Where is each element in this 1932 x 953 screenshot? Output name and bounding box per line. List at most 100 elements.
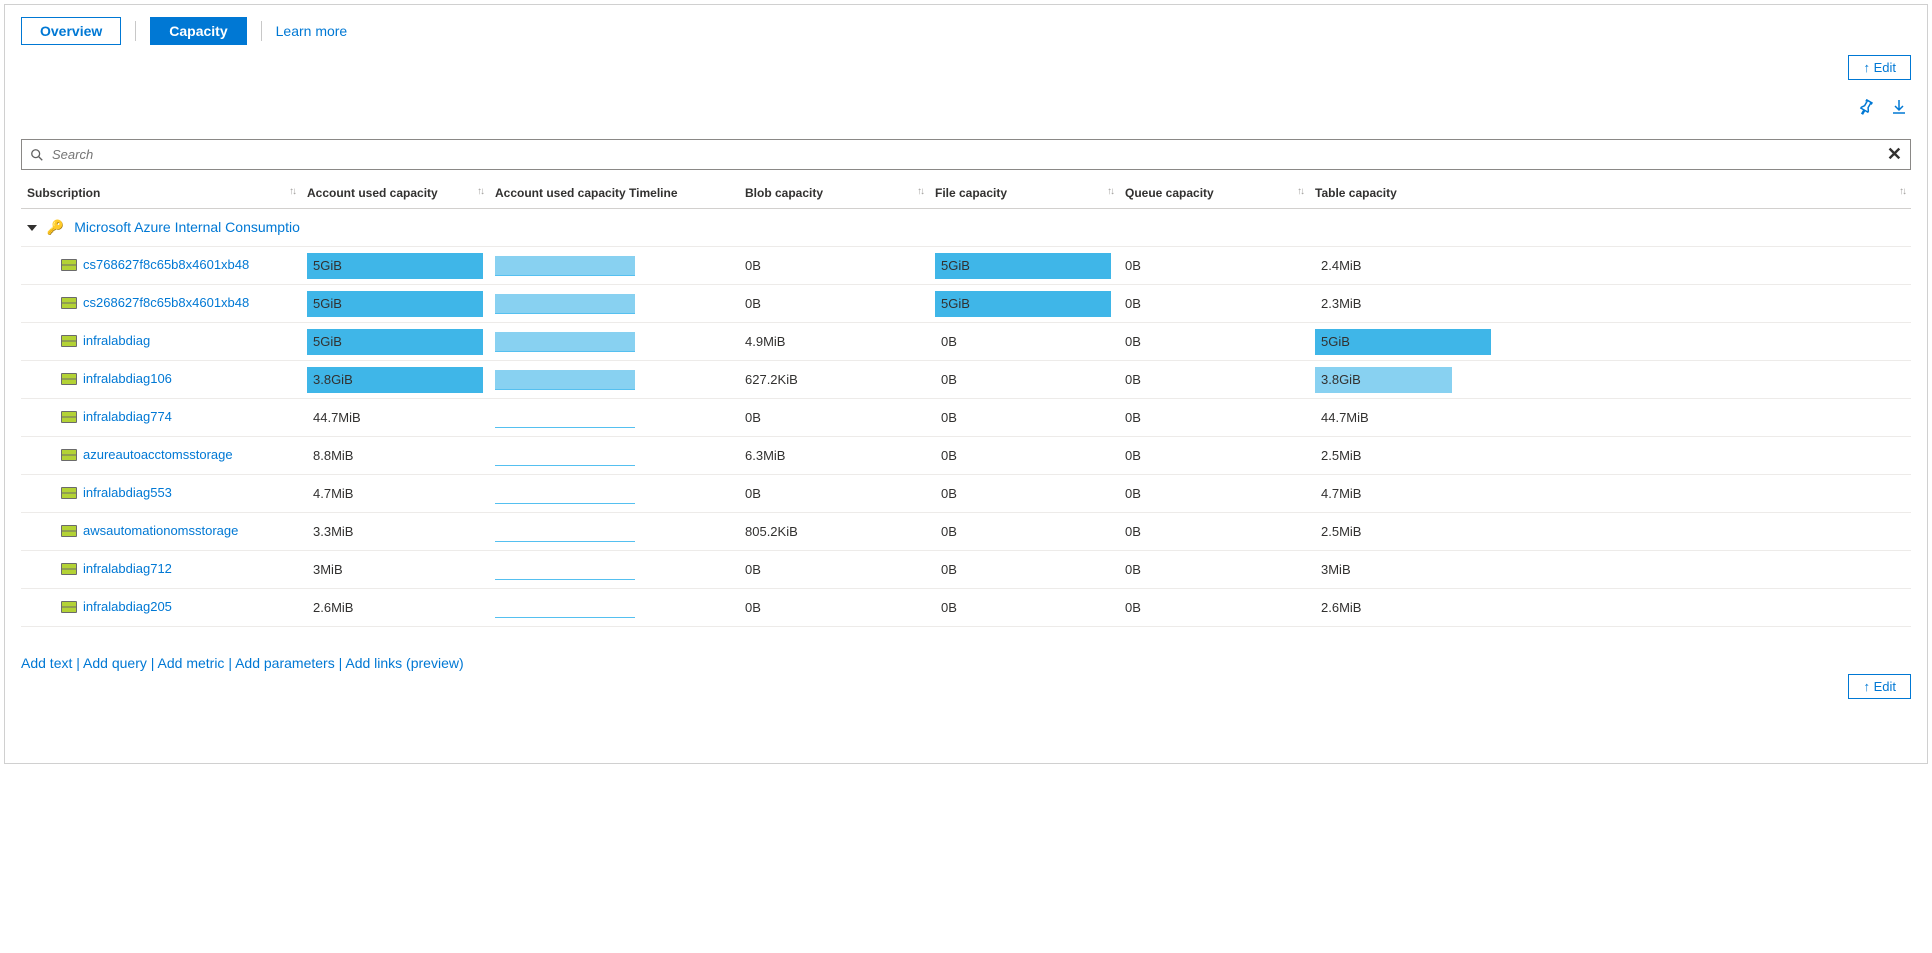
storage-account-link[interactable]: infralabdiag [27, 333, 150, 348]
storage-icon [61, 487, 77, 499]
bar-cell: 5GiB [935, 291, 1111, 317]
col-table[interactable]: Table capacity↑↓ [1309, 178, 1911, 209]
capacity-tab[interactable]: Capacity [150, 17, 246, 45]
bar-value: 0B [935, 329, 1111, 355]
storage-account-link[interactable]: infralabdiag106 [27, 371, 172, 386]
bar-cell: 2.5MiB [1315, 443, 1491, 469]
account-name: awsautomationomsstorage [83, 523, 238, 538]
bar-value: 3.8GiB [307, 367, 483, 393]
bar-cell: 5GiB [935, 253, 1111, 279]
storage-icon [61, 525, 77, 537]
bar-value: 0B [935, 367, 1111, 393]
bar-cell: 3MiB [1315, 557, 1491, 583]
edit-button[interactable]: ↑ Edit [1848, 674, 1911, 699]
bar-value: 0B [935, 481, 1111, 507]
nav-row: Overview Capacity Learn more [21, 17, 1911, 45]
bar-value: 3.8GiB [1315, 367, 1491, 393]
bar-value: 0B [935, 595, 1111, 621]
storage-account-link[interactable]: infralabdiag774 [27, 409, 172, 424]
account-name: infralabdiag205 [83, 599, 172, 614]
account-name: azureautoacctomsstorage [83, 447, 233, 462]
storage-account-link[interactable]: infralabdiag553 [27, 485, 172, 500]
bar-cell: 3.3MiB [307, 519, 483, 545]
bar-value: 2.6MiB [307, 595, 483, 621]
header-row: Subscription↑↓ Account used capacity↑↓ A… [21, 178, 1911, 209]
storage-account-link[interactable]: azureautoacctomsstorage [27, 447, 233, 462]
bar-cell: 5GiB [307, 253, 483, 279]
add-query-link[interactable]: Add query [83, 655, 147, 671]
storage-account-link[interactable]: awsautomationomsstorage [27, 523, 238, 538]
bar-value: 2.6MiB [1315, 595, 1491, 621]
bar-value: 4.7MiB [307, 481, 483, 507]
queue-value: 0B [1119, 589, 1309, 627]
storage-account-link[interactable]: cs768627f8c65b8x4601xb48 [27, 257, 249, 272]
table-row: infralabdiag712 3MiB 0B 0B 0B 3MiB [21, 551, 1911, 589]
bar-cell: 3.8GiB [1315, 367, 1491, 393]
col-used[interactable]: Account used capacity↑↓ [301, 178, 489, 209]
bar-value: 0B [935, 519, 1111, 545]
bar-value: 2.5MiB [1315, 443, 1491, 469]
pin-icon[interactable] [1857, 99, 1873, 115]
queue-value: 0B [1119, 437, 1309, 475]
subscription-link[interactable]: Microsoft Azure Internal Consumptio [74, 219, 300, 235]
bar-cell: 0B [935, 519, 1111, 545]
bar-cell: 2.6MiB [1315, 595, 1491, 621]
bar-value: 3MiB [1315, 557, 1491, 583]
edit-button[interactable]: ↑ Edit [1848, 55, 1911, 80]
queue-value: 0B [1119, 513, 1309, 551]
capacity-table: Subscription↑↓ Account used capacity↑↓ A… [21, 178, 1911, 627]
group-row[interactable]: 🔑 Microsoft Azure Internal Consumptio [21, 209, 1911, 247]
col-subscription[interactable]: Subscription↑↓ [21, 178, 301, 209]
queue-value: 0B [1119, 361, 1309, 399]
timeline-spark [495, 294, 635, 314]
col-file[interactable]: File capacity↑↓ [929, 178, 1119, 209]
bar-value: 44.7MiB [307, 405, 483, 431]
download-icon[interactable] [1891, 99, 1907, 115]
storage-icon [61, 601, 77, 613]
search-input[interactable] [50, 146, 1887, 163]
table-row: infralabdiag553 4.7MiB 0B 0B 0B 4.7MiB [21, 475, 1911, 513]
col-timeline[interactable]: Account used capacity Timeline [489, 178, 739, 209]
learn-more-link[interactable]: Learn more [276, 23, 348, 39]
blob-value: 0B [739, 247, 929, 285]
bar-cell: 0B [935, 405, 1111, 431]
storage-account-link[interactable]: infralabdiag712 [27, 561, 172, 576]
bar-cell: 0B [935, 443, 1111, 469]
col-queue[interactable]: Queue capacity↑↓ [1119, 178, 1309, 209]
separator [135, 21, 136, 41]
bar-cell: 5GiB [307, 329, 483, 355]
queue-value: 0B [1119, 285, 1309, 323]
bar-cell: 2.6MiB [307, 595, 483, 621]
col-blob[interactable]: Blob capacity↑↓ [739, 178, 929, 209]
add-links-link[interactable]: Add links (preview) [345, 655, 463, 671]
bar-value: 5GiB [307, 291, 483, 317]
bar-cell: 5GiB [307, 291, 483, 317]
queue-value: 0B [1119, 475, 1309, 513]
edit-top-wrap: ↑ Edit [1848, 55, 1911, 80]
storage-account-link[interactable]: cs268627f8c65b8x4601xb48 [27, 295, 249, 310]
storage-account-link[interactable]: infralabdiag205 [27, 599, 172, 614]
bar-cell: 8.8MiB [307, 443, 483, 469]
blob-value: 0B [739, 285, 929, 323]
blob-value: 0B [739, 399, 929, 437]
storage-icon [61, 563, 77, 575]
chevron-down-icon[interactable] [27, 225, 37, 231]
blob-value: 6.3MiB [739, 437, 929, 475]
add-metric-link[interactable]: Add metric [158, 655, 225, 671]
bar-value: 44.7MiB [1315, 405, 1491, 431]
bar-cell: 0B [935, 595, 1111, 621]
queue-value: 0B [1119, 399, 1309, 437]
clear-icon[interactable]: ✕ [1887, 144, 1902, 165]
bar-cell: 44.7MiB [1315, 405, 1491, 431]
table-row: cs268627f8c65b8x4601xb48 5GiB 0B 5GiB 0B… [21, 285, 1911, 323]
timeline-spark [495, 332, 635, 352]
overview-tab[interactable]: Overview [21, 17, 121, 45]
add-text-link[interactable]: Add text [21, 655, 72, 671]
search-box[interactable]: ✕ [21, 139, 1911, 170]
bar-cell: 5GiB [1315, 329, 1491, 355]
bar-value: 2.5MiB [1315, 519, 1491, 545]
add-parameters-link[interactable]: Add parameters [235, 655, 335, 671]
key-icon: 🔑 [47, 219, 64, 235]
bar-cell: 0B [935, 329, 1111, 355]
bar-cell: 4.7MiB [1315, 481, 1491, 507]
